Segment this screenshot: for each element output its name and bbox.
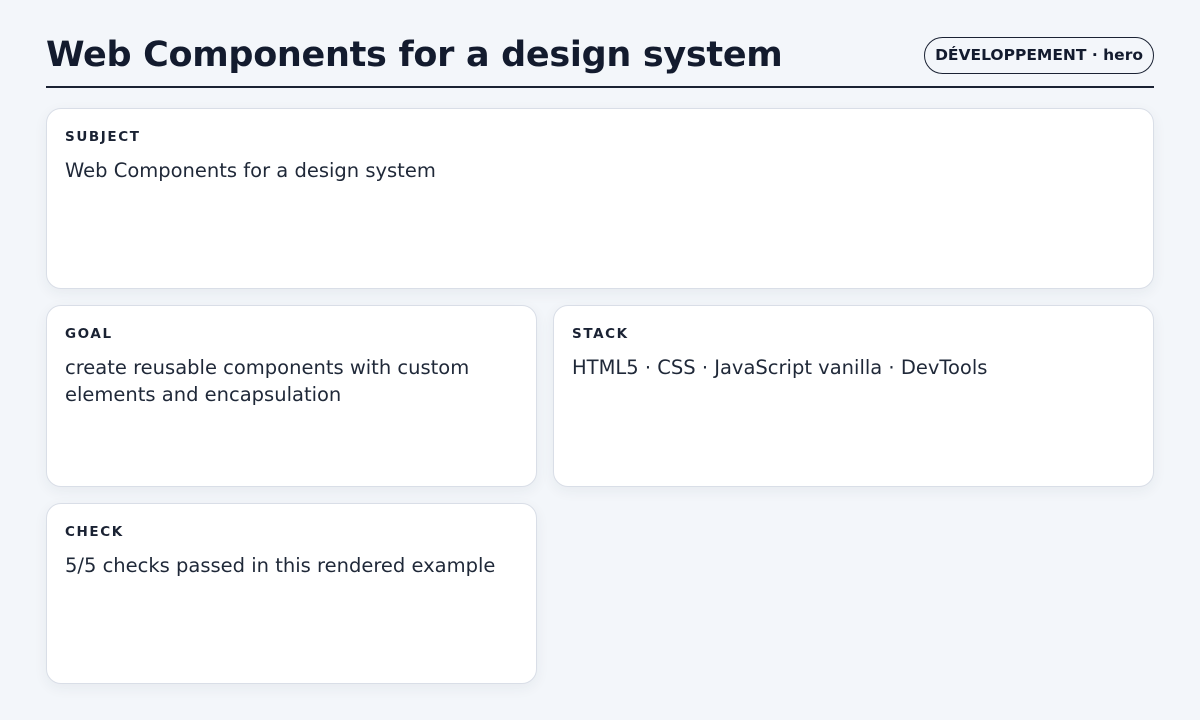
goal-value: create reusable components with custom e… bbox=[65, 356, 470, 406]
category-badge: DÉVELOPPEMENT · hero bbox=[924, 37, 1154, 74]
check-card: CHECK 5/5 checks passed in this rendered… bbox=[46, 503, 537, 684]
page: Web Components for a design system DÉVEL… bbox=[46, 0, 1154, 720]
page-header: Web Components for a design system DÉVEL… bbox=[46, 0, 1154, 88]
goal-card: GOAL create reusable components with cus… bbox=[46, 305, 537, 487]
check-label: CHECK bbox=[65, 524, 124, 540]
subject-value: Web Components for a design system bbox=[65, 159, 436, 182]
stack-value: HTML5 · CSS · JavaScript vanilla · DevTo… bbox=[572, 356, 988, 379]
stack-label: STACK bbox=[572, 326, 629, 342]
subject-label: SUBJECT bbox=[65, 129, 141, 145]
goal-label: GOAL bbox=[65, 326, 113, 342]
check-value: 5/5 checks passed in this rendered examp… bbox=[65, 554, 496, 577]
stack-card: STACK HTML5 · CSS · JavaScript vanilla ·… bbox=[553, 305, 1154, 487]
subject-card: SUBJECT Web Components for a design syst… bbox=[46, 108, 1154, 289]
page-title: Web Components for a design system bbox=[46, 35, 783, 75]
